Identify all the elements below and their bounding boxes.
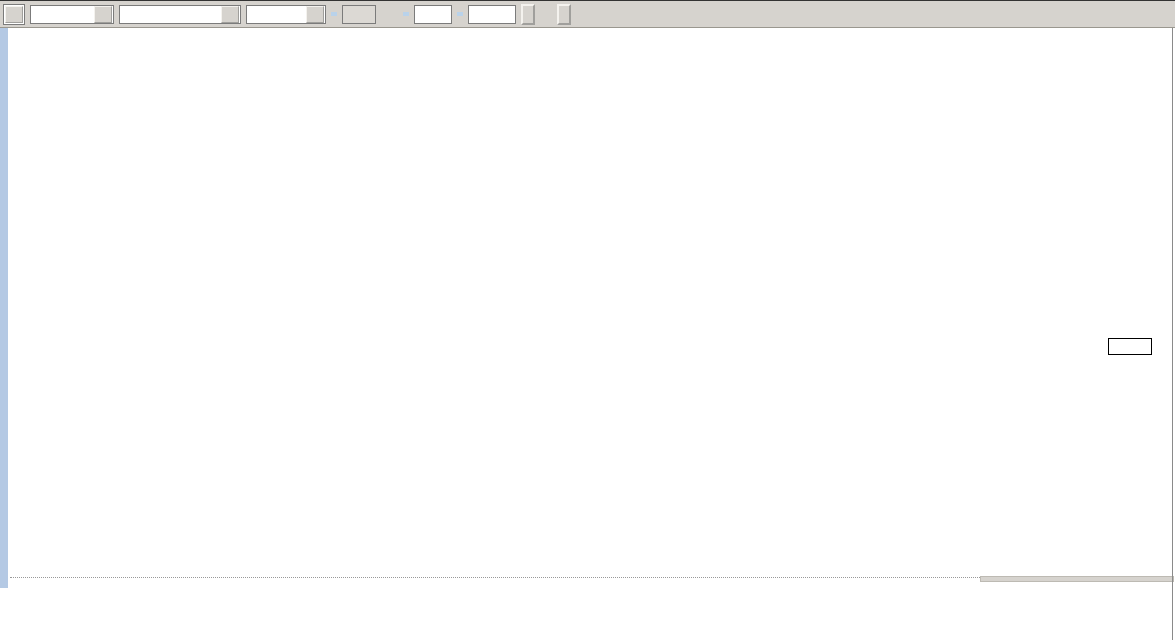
minute-label (403, 12, 409, 16)
count-spinner[interactable] (468, 5, 516, 24)
volume-multiplier-badge (1108, 338, 1152, 355)
chevron-down-icon (94, 6, 112, 23)
price-chart-canvas[interactable] (0, 1, 1175, 640)
app-window (0, 0, 1175, 640)
apply-button[interactable] (521, 4, 535, 25)
minute-spinner[interactable] (414, 5, 452, 24)
contract-select[interactable] (246, 5, 326, 24)
window-edge (0, 28, 8, 588)
horizontal-scrollbar[interactable] (0, 576, 1175, 588)
multi-symbol-button[interactable] (557, 4, 571, 25)
bar-label (331, 12, 337, 16)
chevron-down-icon (5, 6, 23, 23)
window-right-border (1172, 1, 1173, 640)
toolbar (0, 1, 1175, 28)
count-label (457, 12, 463, 16)
chevron-down-icon (221, 6, 239, 23)
symbol-select[interactable] (119, 5, 241, 24)
chevron-down-icon (306, 6, 324, 23)
scrollbar-track (10, 577, 980, 579)
scrollbar-thumb[interactable] (980, 576, 1174, 582)
category-select[interactable] (30, 5, 114, 24)
chart-style-combo[interactable] (3, 4, 25, 25)
bar-interval-spinner[interactable] (342, 5, 376, 24)
